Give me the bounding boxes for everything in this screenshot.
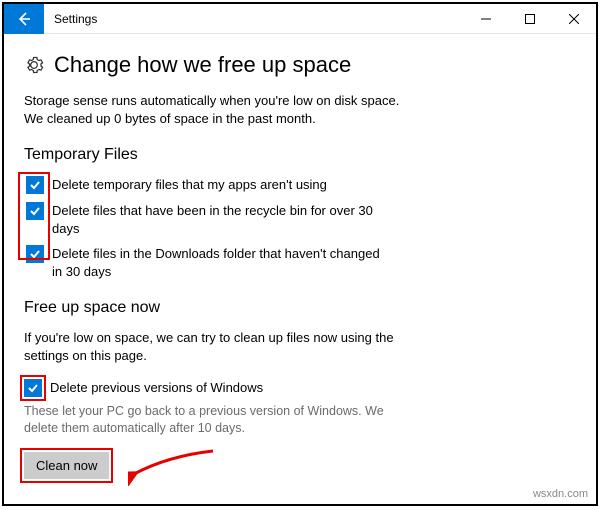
minimize-button[interactable] xyxy=(464,4,508,34)
back-button[interactable] xyxy=(4,4,44,34)
window-controls xyxy=(464,4,596,34)
checkbox-recycle-bin[interactable] xyxy=(26,202,44,220)
intro-text: Storage sense runs automatically when yo… xyxy=(24,92,576,128)
gear-icon xyxy=(24,55,44,75)
checkbox-row: Delete temporary files that my apps aren… xyxy=(26,176,386,194)
free-up-description: If you're low on space, we can try to cl… xyxy=(24,329,404,365)
checkbox-downloads[interactable] xyxy=(26,245,44,263)
temporary-files-group: Delete temporary files that my apps aren… xyxy=(24,176,576,280)
page-header: Change how we free up space xyxy=(24,52,576,78)
checkbox-delete-previous-windows[interactable] xyxy=(24,379,42,397)
window-title: Settings xyxy=(54,12,464,26)
section-heading-temporary-files: Temporary Files xyxy=(24,146,576,164)
annotation-arrow-icon xyxy=(128,446,218,486)
checkbox-label: Delete temporary files that my apps aren… xyxy=(52,176,327,194)
page-title: Change how we free up space xyxy=(54,52,351,78)
checkbox-temp-files[interactable] xyxy=(26,176,44,194)
maximize-button[interactable] xyxy=(508,4,552,34)
checkbox-row: Delete files that have been in the recyc… xyxy=(26,202,386,237)
checkbox-label: Delete files in the Downloads folder tha… xyxy=(52,245,386,280)
delete-previous-note: These let your PC go back to a previous … xyxy=(24,403,394,438)
clean-now-button[interactable]: Clean now xyxy=(24,452,109,479)
section-heading-free-up: Free up space now xyxy=(24,299,576,317)
checkbox-row: Delete files in the Downloads folder tha… xyxy=(26,245,386,280)
titlebar: Settings xyxy=(4,4,596,34)
checkbox-label: Delete files that have been in the recyc… xyxy=(52,202,386,237)
watermark: wsxdn.com xyxy=(533,488,588,500)
close-button[interactable] xyxy=(552,4,596,34)
checkbox-label: Delete previous versions of Windows xyxy=(50,379,263,397)
